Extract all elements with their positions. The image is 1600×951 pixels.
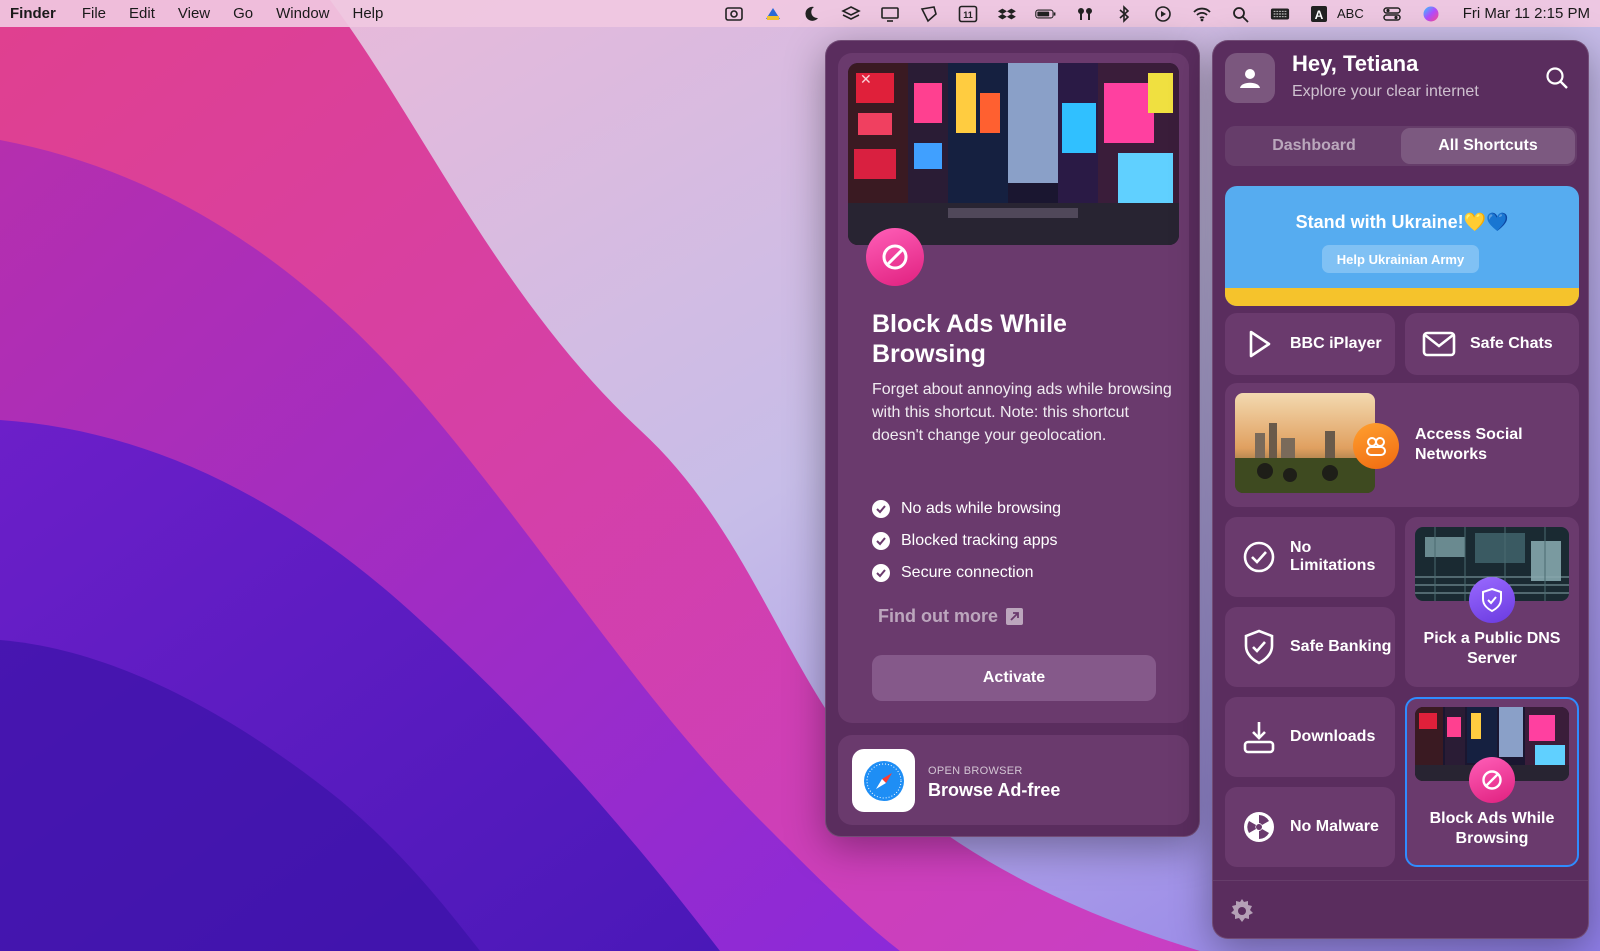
menu-view[interactable]: View (178, 5, 210, 22)
camera-status-icon[interactable] (723, 5, 745, 23)
play-circle-icon[interactable] (1152, 5, 1174, 23)
shortcut-label: Safe Chats (1470, 335, 1553, 352)
calendar-icon[interactable]: 11 (957, 5, 979, 23)
detail-description: Forget about annoying ads while browsing… (872, 381, 1172, 444)
greeting-subtitle: Explore your clear internet (1292, 83, 1479, 100)
clearvpn-icon[interactable] (918, 5, 940, 23)
feature-label: No ads while browsing (901, 500, 1062, 517)
input-source-label[interactable]: ABC (1337, 6, 1364, 21)
menu-go[interactable]: Go (233, 5, 253, 22)
shortcut-pick-public-dns[interactable]: Pick a Public DNS Server (1405, 517, 1579, 687)
check-icon (872, 532, 890, 550)
check-icon (872, 564, 890, 582)
feature-item: Secure connection (872, 557, 1172, 589)
tab-all-shortcuts[interactable]: All Shortcuts (1401, 128, 1575, 164)
shortcut-block-ads-selected[interactable]: Block Ads While Browsing (1405, 697, 1579, 867)
people-group-icon (1353, 423, 1399, 469)
airpods-icon[interactable] (1074, 5, 1096, 23)
find-out-more-link[interactable]: Find out more (878, 606, 1023, 627)
dropbox-icon[interactable] (996, 5, 1018, 23)
block-ads-badge-icon (1469, 757, 1515, 803)
menu-bar: Finder File Edit View Go Window Help 11 … (0, 0, 1600, 27)
find-out-more-label: Find out more (878, 606, 998, 626)
moon-icon[interactable] (801, 5, 823, 23)
external-link-icon (1006, 608, 1023, 625)
close-icon[interactable]: ✕ (860, 71, 872, 88)
shortcut-label: Safe Banking (1290, 638, 1392, 655)
shortcut-bbc-iplayer[interactable]: BBC iPlayer (1225, 313, 1395, 375)
shortcut-label: BBC iPlayer (1290, 335, 1382, 352)
feature-label: Secure connection (901, 564, 1034, 581)
panel-footer (1213, 880, 1588, 938)
menu-edit[interactable]: Edit (129, 5, 155, 22)
feature-item: Blocked tracking apps (872, 525, 1172, 557)
shortcut-safe-banking[interactable]: Safe Banking (1225, 607, 1395, 687)
wifi-icon[interactable] (1191, 5, 1213, 23)
spotlight-search-icon[interactable] (1230, 5, 1252, 23)
hero-image-times-square: ✕ (848, 63, 1179, 245)
menu-file[interactable]: File (82, 5, 106, 22)
svg-text:A: A (1315, 8, 1324, 22)
shortcut-access-social-networks[interactable]: Access Social Networks (1225, 383, 1579, 507)
shortcut-safe-chats[interactable]: Safe Chats (1405, 313, 1579, 375)
shortcut-detail-panel: ✕ Block Ads While Browsing Forget about … (825, 40, 1200, 837)
shield-check-icon (1241, 629, 1277, 665)
menubar-clock[interactable]: Fri Mar 11 2:15 PM (1463, 5, 1590, 22)
check-icon (872, 500, 890, 518)
safari-icon (852, 749, 915, 812)
help-ukrainian-army-button[interactable]: Help Ukrainian Army (1322, 245, 1479, 273)
block-ads-badge-icon (866, 228, 924, 286)
browse-label: Browse Ad-free (928, 780, 1061, 800)
input-source-icon[interactable]: A (1308, 5, 1330, 23)
download-icon (1241, 719, 1277, 755)
mail-icon (1421, 326, 1457, 362)
check-circle-icon (1241, 539, 1277, 575)
battery-icon[interactable] (1035, 5, 1057, 23)
gear-icon[interactable] (1229, 898, 1255, 924)
ukraine-banner[interactable]: Stand with Ukraine!💛💙 Help Ukrainian Arm… (1225, 186, 1579, 306)
shortcuts-panel: Hey, Tetiana Explore your clear internet… (1212, 40, 1589, 939)
keyboard-icon[interactable] (1269, 5, 1291, 23)
svg-text:11: 11 (963, 10, 973, 20)
search-icon[interactable] (1544, 65, 1570, 91)
feature-item: No ads while browsing (872, 493, 1172, 525)
feature-label: Blocked tracking apps (901, 532, 1058, 549)
greeting: Hey, Tetiana (1292, 51, 1419, 76)
activate-button[interactable]: Activate (872, 655, 1156, 701)
menu-help[interactable]: Help (353, 5, 384, 22)
ukraine-flag-stripe (1225, 288, 1579, 306)
tab-bar: Dashboard All Shortcuts (1225, 126, 1577, 166)
ukraine-banner-title: Stand with Ukraine!💛💙 (1295, 212, 1509, 232)
avatar[interactable] (1225, 53, 1275, 103)
browse-caption: OPEN BROWSER (928, 765, 1023, 777)
control-center-icon[interactable] (1381, 5, 1403, 23)
shield-badge-icon (1469, 577, 1515, 623)
display-icon[interactable] (879, 5, 901, 23)
shortcut-label: Block Ads While Browsing (1429, 810, 1555, 847)
shortcut-label: Pick a Public DNS Server (1423, 630, 1561, 667)
bluetooth-icon[interactable] (1113, 4, 1135, 23)
play-icon (1241, 326, 1277, 362)
shortcut-label: No Limitations (1290, 539, 1376, 574)
layers-icon[interactable] (840, 5, 862, 23)
shortcut-label: No Malware (1290, 818, 1379, 835)
menu-window[interactable]: Window (276, 5, 329, 22)
shortcut-no-malware[interactable]: No Malware (1225, 787, 1395, 867)
shortcut-label: Access Social Networks (1415, 426, 1523, 463)
siri-icon[interactable] (1420, 5, 1442, 23)
browse-ad-free-card[interactable]: OPEN BROWSER Browse Ad-free (838, 735, 1189, 825)
detail-title: Block Ads While Browsing (872, 310, 1067, 368)
tab-dashboard[interactable]: Dashboard (1227, 128, 1401, 164)
cloud-app-icon[interactable] (762, 5, 784, 23)
menu-app-finder[interactable]: Finder (10, 5, 56, 22)
radiation-icon (1241, 809, 1277, 845)
shortcut-label: Downloads (1290, 728, 1376, 745)
shortcut-downloads[interactable]: Downloads (1225, 697, 1395, 777)
shortcut-no-limitations[interactable]: No Limitations (1225, 517, 1395, 597)
feature-list: No ads while browsing Blocked tracking a… (872, 493, 1172, 589)
shortcut-detail-card: ✕ Block Ads While Browsing Forget about … (838, 53, 1189, 723)
